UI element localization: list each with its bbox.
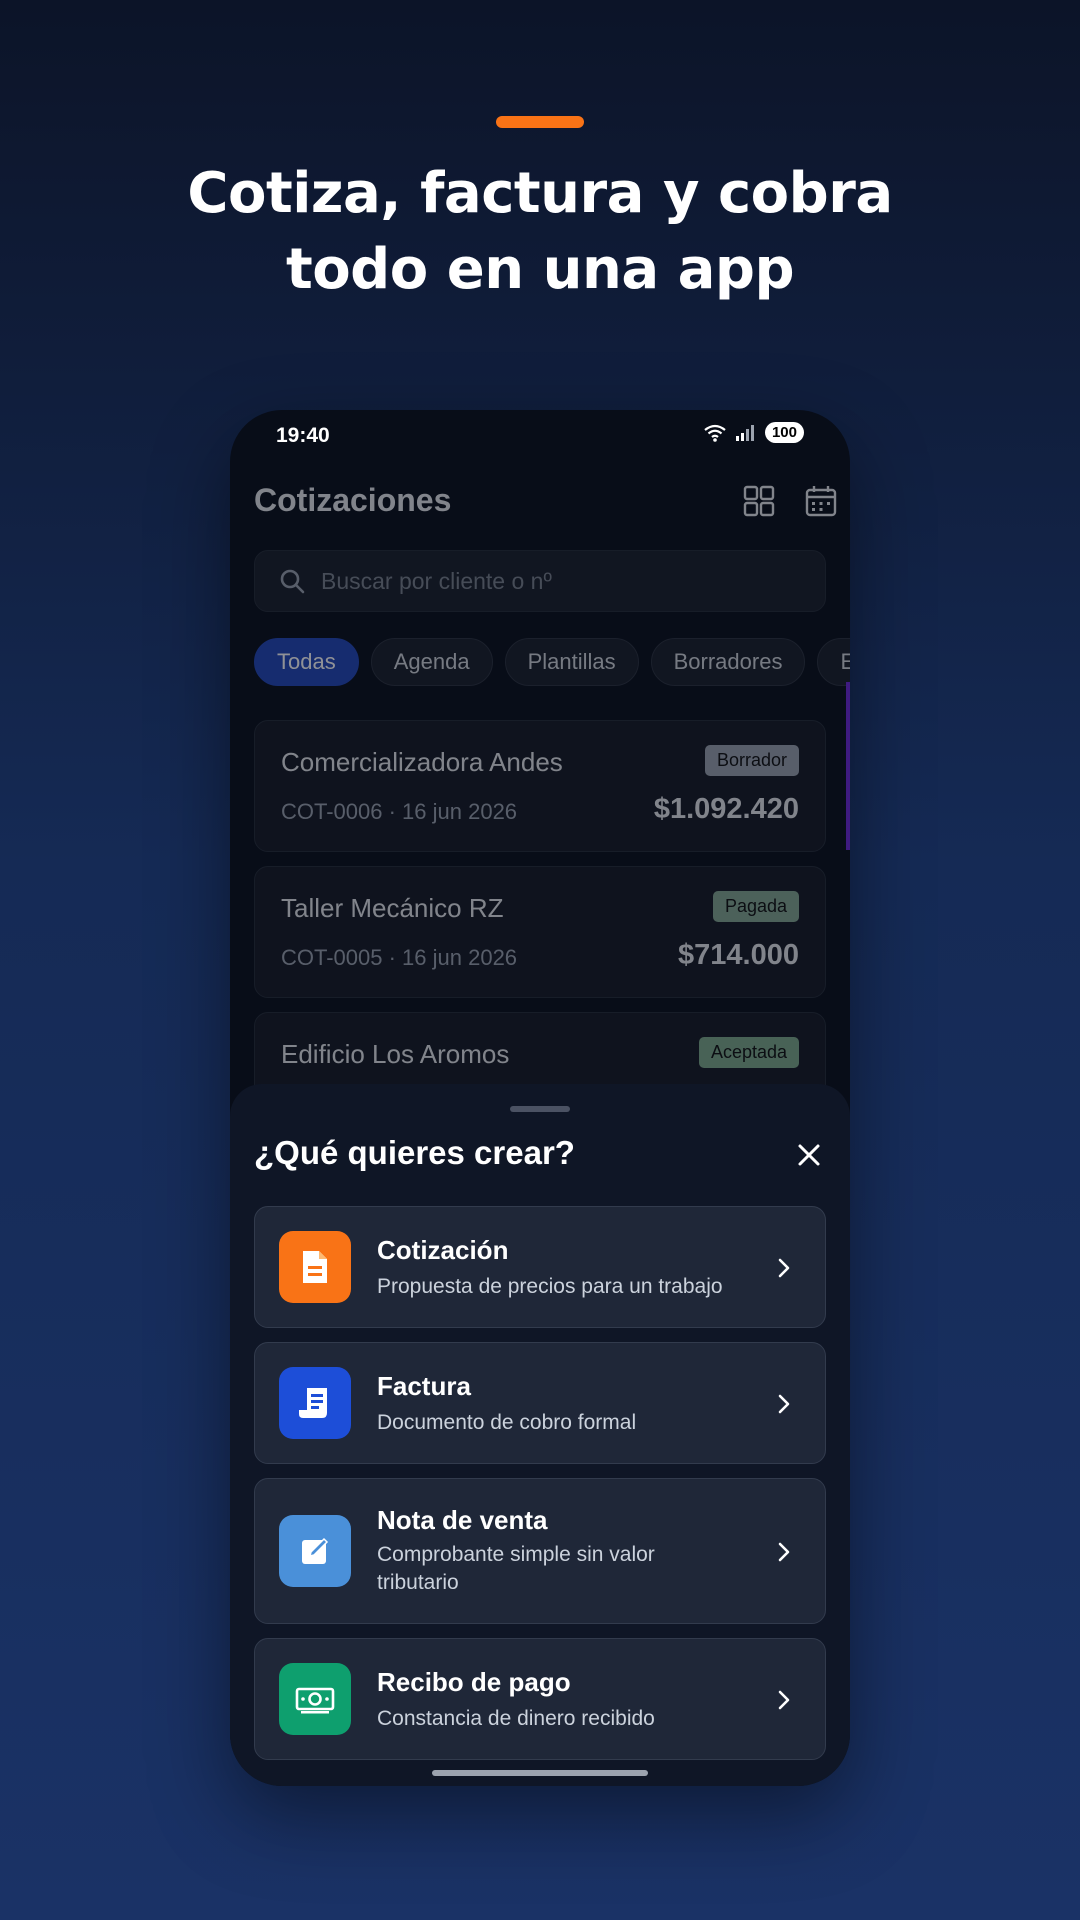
chip-agenda[interactable]: Agenda bbox=[370, 638, 493, 686]
quote-meta: COT-0005 · 16 jun 2026 bbox=[281, 945, 518, 970]
search-icon bbox=[280, 569, 305, 594]
headline: Cotiza, factura y cobra todo en una app bbox=[0, 156, 1080, 308]
option-cotizacion[interactable]: Cotización Propuesta de precios para un … bbox=[254, 1206, 826, 1328]
option-nota-de-venta[interactable]: Nota de venta Comprobante simple sin val… bbox=[254, 1478, 826, 1624]
battery-badge: 100 bbox=[764, 422, 804, 443]
quote-meta: COT-0006 · 16 jun 2026 bbox=[281, 799, 518, 824]
search-placeholder: Buscar por cliente o nº bbox=[321, 567, 552, 594]
chip-borradores[interactable]: Borradores bbox=[650, 638, 806, 686]
option-title: Nota de venta bbox=[377, 1505, 548, 1535]
grid-icon[interactable] bbox=[742, 484, 776, 518]
close-icon[interactable] bbox=[794, 1140, 824, 1170]
option-title: Cotización bbox=[377, 1235, 509, 1265]
chevron-right-icon bbox=[778, 1542, 790, 1562]
option-title: Factura bbox=[377, 1371, 471, 1401]
signal-icon bbox=[735, 424, 754, 441]
search-input[interactable]: Buscar por cliente o nº bbox=[254, 550, 826, 612]
sheet-grabber[interactable] bbox=[510, 1106, 570, 1112]
accent-bar bbox=[496, 116, 584, 128]
sheet-title: ¿Qué quieres crear? bbox=[254, 1134, 575, 1171]
wifi-icon bbox=[704, 424, 726, 442]
status-time: 19:40 bbox=[276, 424, 330, 447]
chevron-right-icon bbox=[778, 1394, 790, 1414]
cash-icon bbox=[279, 1663, 351, 1735]
headline-line-1: Cotiza, factura y cobra bbox=[187, 161, 893, 226]
quote-client: Taller Mecánico RZ bbox=[281, 893, 504, 923]
chip-plantillas[interactable]: Plantillas bbox=[504, 638, 639, 686]
quote-card[interactable]: Comercializadora Andes Borrador COT-0006… bbox=[254, 720, 826, 852]
receipt-icon bbox=[279, 1367, 351, 1439]
quote-amount: $1.092.420 bbox=[653, 793, 799, 825]
create-bottom-sheet: ¿Qué quieres crear? Cotización Propuesta… bbox=[230, 1084, 850, 1786]
status-badge: Pagada bbox=[712, 891, 799, 922]
edit-note-icon bbox=[279, 1515, 351, 1587]
document-icon bbox=[279, 1231, 351, 1303]
quote-client: Comercializadora Andes bbox=[281, 747, 563, 777]
headline-line-2: todo en una app bbox=[285, 237, 795, 302]
phone-mockup: 19:40 100 Cotizaciones Buscar por client… bbox=[230, 410, 850, 1786]
chevron-right-icon bbox=[778, 1258, 790, 1278]
option-recibo-de-pago[interactable]: Recibo de pago Constancia de dinero reci… bbox=[254, 1638, 826, 1760]
status-badge: Aceptada bbox=[698, 1037, 799, 1068]
side-accent bbox=[846, 682, 850, 850]
chevron-right-icon bbox=[778, 1690, 790, 1710]
option-desc: Propuesta de precios para un trabajo bbox=[377, 1275, 723, 1298]
quote-client: Edificio Los Aromos bbox=[281, 1039, 510, 1069]
quote-card[interactable]: Taller Mecánico RZ Pagada COT-0005 · 16 … bbox=[254, 866, 826, 998]
calendar-icon[interactable] bbox=[804, 484, 838, 518]
home-indicator[interactable] bbox=[432, 1770, 648, 1776]
chip-more[interactable]: E bbox=[817, 638, 850, 686]
option-desc: Documento de cobro formal bbox=[377, 1411, 637, 1434]
page-title: Cotizaciones bbox=[254, 482, 452, 518]
option-title: Recibo de pago bbox=[377, 1667, 571, 1697]
status-icons: 100 bbox=[703, 422, 804, 443]
option-desc: Comprobante simple sin valor tributario bbox=[377, 1543, 655, 1594]
chip-todas[interactable]: Todas bbox=[254, 638, 359, 686]
option-factura[interactable]: Factura Documento de cobro formal bbox=[254, 1342, 826, 1464]
option-desc: Constancia de dinero recibido bbox=[377, 1707, 655, 1730]
filter-chips: Todas Agenda Plantillas Borradores E bbox=[254, 638, 850, 686]
quote-amount: $714.000 bbox=[678, 939, 799, 971]
status-badge: Borrador bbox=[704, 745, 799, 776]
